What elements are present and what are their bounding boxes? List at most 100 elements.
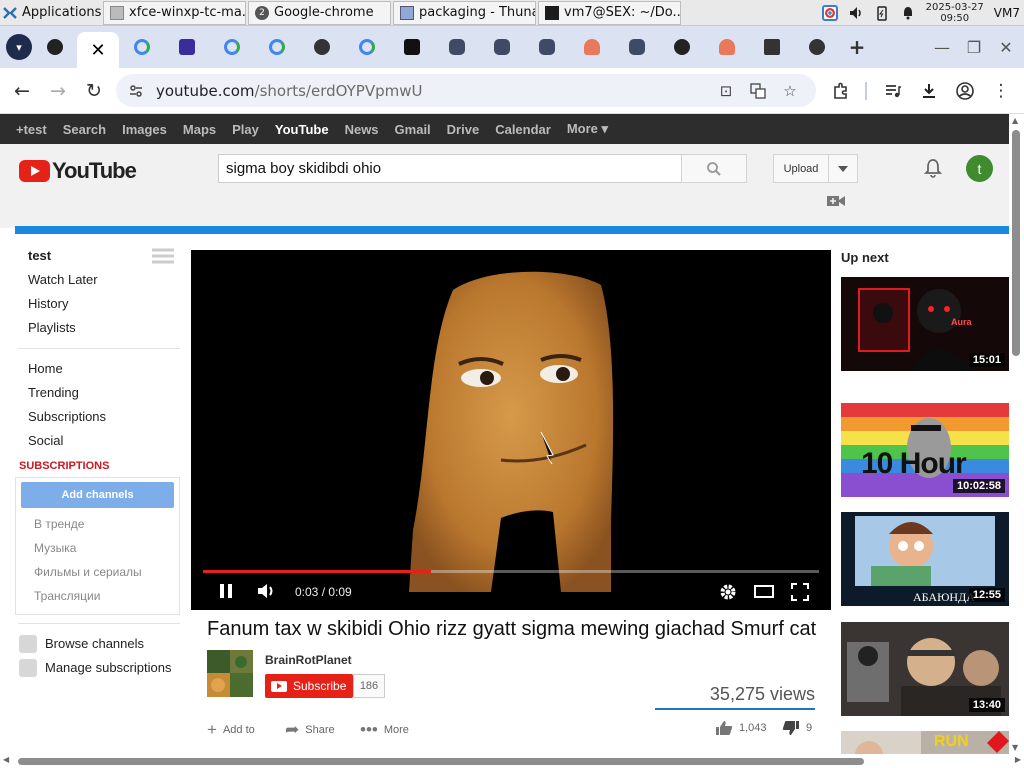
up-next-video-5[interactable]: RUN [841, 731, 1009, 756]
pause-button[interactable] [219, 583, 233, 604]
tab-google-1[interactable] [119, 30, 164, 64]
google-bar-link[interactable]: News [345, 122, 379, 137]
tab-google-4[interactable] [344, 30, 389, 64]
guide-menu-icon[interactable] [150, 248, 176, 269]
tab-pixel[interactable] [164, 30, 209, 64]
page-vertical-scrollbar[interactable]: ▲ ▼ [1009, 114, 1024, 756]
browse-channels-link[interactable]: Browse channels [0, 632, 190, 656]
guide-item[interactable]: Home [0, 357, 190, 381]
settings-button[interactable] [719, 583, 737, 606]
tab-google-2[interactable] [209, 30, 254, 64]
address-bar[interactable]: youtube.com/shorts/erdOYPVpmwU ⊡ ☆ [116, 74, 816, 107]
video-player[interactable]: 0:03 / 0:09 [191, 250, 831, 610]
more-button[interactable]: ••• More [360, 720, 409, 740]
guide-item[interactable]: Playlists [0, 316, 190, 340]
up-next-video-1[interactable]: Aura 15:01 [841, 277, 1009, 371]
guide-item[interactable]: Subscriptions [0, 405, 190, 429]
account-avatar[interactable]: t [966, 155, 993, 182]
tab-discord-1[interactable] [434, 30, 479, 64]
site-info-icon[interactable] [126, 81, 146, 101]
vertical-scroll-thumb[interactable] [1012, 130, 1020, 356]
google-bar-link[interactable]: +test [16, 122, 47, 137]
add-channels-button[interactable]: Add channels [21, 482, 174, 508]
google-bar-link[interactable]: Play [232, 122, 259, 137]
tab-chromium-2[interactable] [794, 30, 839, 64]
google-bar-link[interactable]: Images [122, 122, 167, 137]
tab-blocked[interactable] [659, 30, 704, 64]
up-next-video-2[interactable]: 10 Hour 10:02:58 [841, 403, 1009, 497]
guide-item[interactable]: Trending [0, 381, 190, 405]
volume-icon[interactable] [848, 5, 864, 21]
google-bar-link[interactable]: Gmail [395, 122, 431, 137]
subscribe-button[interactable]: Subscribe [265, 674, 353, 698]
mute-button[interactable] [257, 583, 277, 604]
taskbar-window-terminal[interactable]: vm7@SEX: ~/Do... [538, 0, 681, 25]
extensions-button[interactable] [826, 76, 856, 106]
clock[interactable]: 2025-03-27 09:50 [926, 2, 984, 24]
tab-terminal[interactable] [389, 30, 434, 64]
up-next-video-4[interactable]: 13:40 [841, 622, 1009, 716]
browser-menu-button[interactable]: ⋮ [986, 76, 1016, 106]
scroll-right-arrow-icon[interactable]: ▶ [1015, 755, 1021, 764]
google-bar-link[interactable]: YouTube [275, 122, 329, 137]
tab-discord-4[interactable] [614, 30, 659, 64]
taskbar-window-chrome[interactable]: 2 Google-chrome [248, 0, 391, 25]
guide-item[interactable]: Watch Later [0, 268, 190, 292]
subscription-item[interactable]: Музыка [21, 536, 174, 560]
subscription-item[interactable]: Трансляции [21, 584, 174, 608]
subscription-item[interactable]: Фильмы и сериалы [21, 560, 174, 584]
minimize-button[interactable]: — [926, 38, 958, 57]
downloads-button[interactable] [914, 76, 944, 106]
notification-bell-icon[interactable] [900, 5, 916, 21]
fullscreen-button[interactable] [791, 583, 809, 606]
tab-google-3[interactable] [254, 30, 299, 64]
search-input[interactable]: sigma boy skidibdi ohio [218, 154, 682, 183]
google-bar-link[interactable]: Drive [447, 122, 480, 137]
like-button[interactable]: 1,043 [715, 720, 767, 736]
guide-item[interactable]: History [0, 292, 190, 316]
upload-dropdown-button[interactable] [828, 154, 858, 183]
channel-name-link[interactable]: BrainRotPlanet [265, 653, 352, 667]
tab-photos-2[interactable] [704, 30, 749, 64]
upload-video-icon[interactable] [826, 194, 846, 211]
video-progress-bar[interactable] [203, 570, 819, 573]
taskbar-window-xfce[interactable]: xfce-winxp-tc-ma... [103, 0, 246, 25]
scroll-up-arrow-icon[interactable]: ▲ [1012, 116, 1018, 125]
subscription-item[interactable]: В тренде [21, 512, 174, 536]
new-tab-button[interactable]: + [839, 30, 875, 64]
add-to-button[interactable]: + Add to [207, 720, 255, 740]
notifications-bell-icon[interactable] [923, 158, 943, 183]
google-bar-link[interactable]: Search [63, 122, 106, 137]
maximize-button[interactable]: ❐ [958, 38, 990, 57]
tab-discord-3[interactable] [524, 30, 569, 64]
tab-search-button[interactable]: ▾ [6, 34, 32, 60]
up-next-video-3[interactable]: АБАЮНДА 12:55 [841, 512, 1009, 606]
manage-subscriptions-link[interactable]: Manage subscriptions [0, 656, 190, 680]
tab-active-close[interactable]: ✕ [77, 32, 119, 68]
horizontal-scroll-thumb[interactable] [18, 758, 864, 765]
google-bar-link[interactable]: More ▾ [567, 121, 608, 137]
back-button[interactable]: ← [4, 73, 40, 109]
tab-chromium[interactable] [299, 30, 344, 64]
tab-github[interactable] [32, 30, 77, 64]
scroll-left-arrow-icon[interactable]: ◀ [3, 755, 9, 764]
chrome-tray-icon[interactable] [821, 4, 838, 21]
channel-avatar[interactable] [207, 650, 253, 697]
taskbar-window-thunar[interactable]: packaging - Thunar [393, 0, 536, 25]
media-controls-button[interactable] [878, 76, 908, 106]
page-horizontal-scrollbar[interactable]: ◀ ▶ [0, 754, 1024, 768]
install-app-icon[interactable]: ⊡ [716, 81, 736, 101]
share-button[interactable]: ➦ Share [285, 720, 335, 740]
theater-mode-button[interactable] [753, 583, 775, 604]
forward-button[interactable]: → [40, 73, 76, 109]
translate-icon[interactable] [748, 81, 768, 101]
battery-icon[interactable] [874, 5, 890, 21]
dislike-button[interactable]: 9 [782, 720, 812, 736]
scroll-down-arrow-icon[interactable]: ▼ [1012, 743, 1018, 752]
guide-item[interactable]: Social [0, 429, 190, 453]
bookmark-star-icon[interactable]: ☆ [780, 81, 800, 101]
tab-discord-2[interactable] [479, 30, 524, 64]
google-bar-link[interactable]: Calendar [495, 122, 551, 137]
tab-extensions[interactable] [749, 30, 794, 64]
applications-menu-button[interactable]: Applications [0, 1, 101, 25]
